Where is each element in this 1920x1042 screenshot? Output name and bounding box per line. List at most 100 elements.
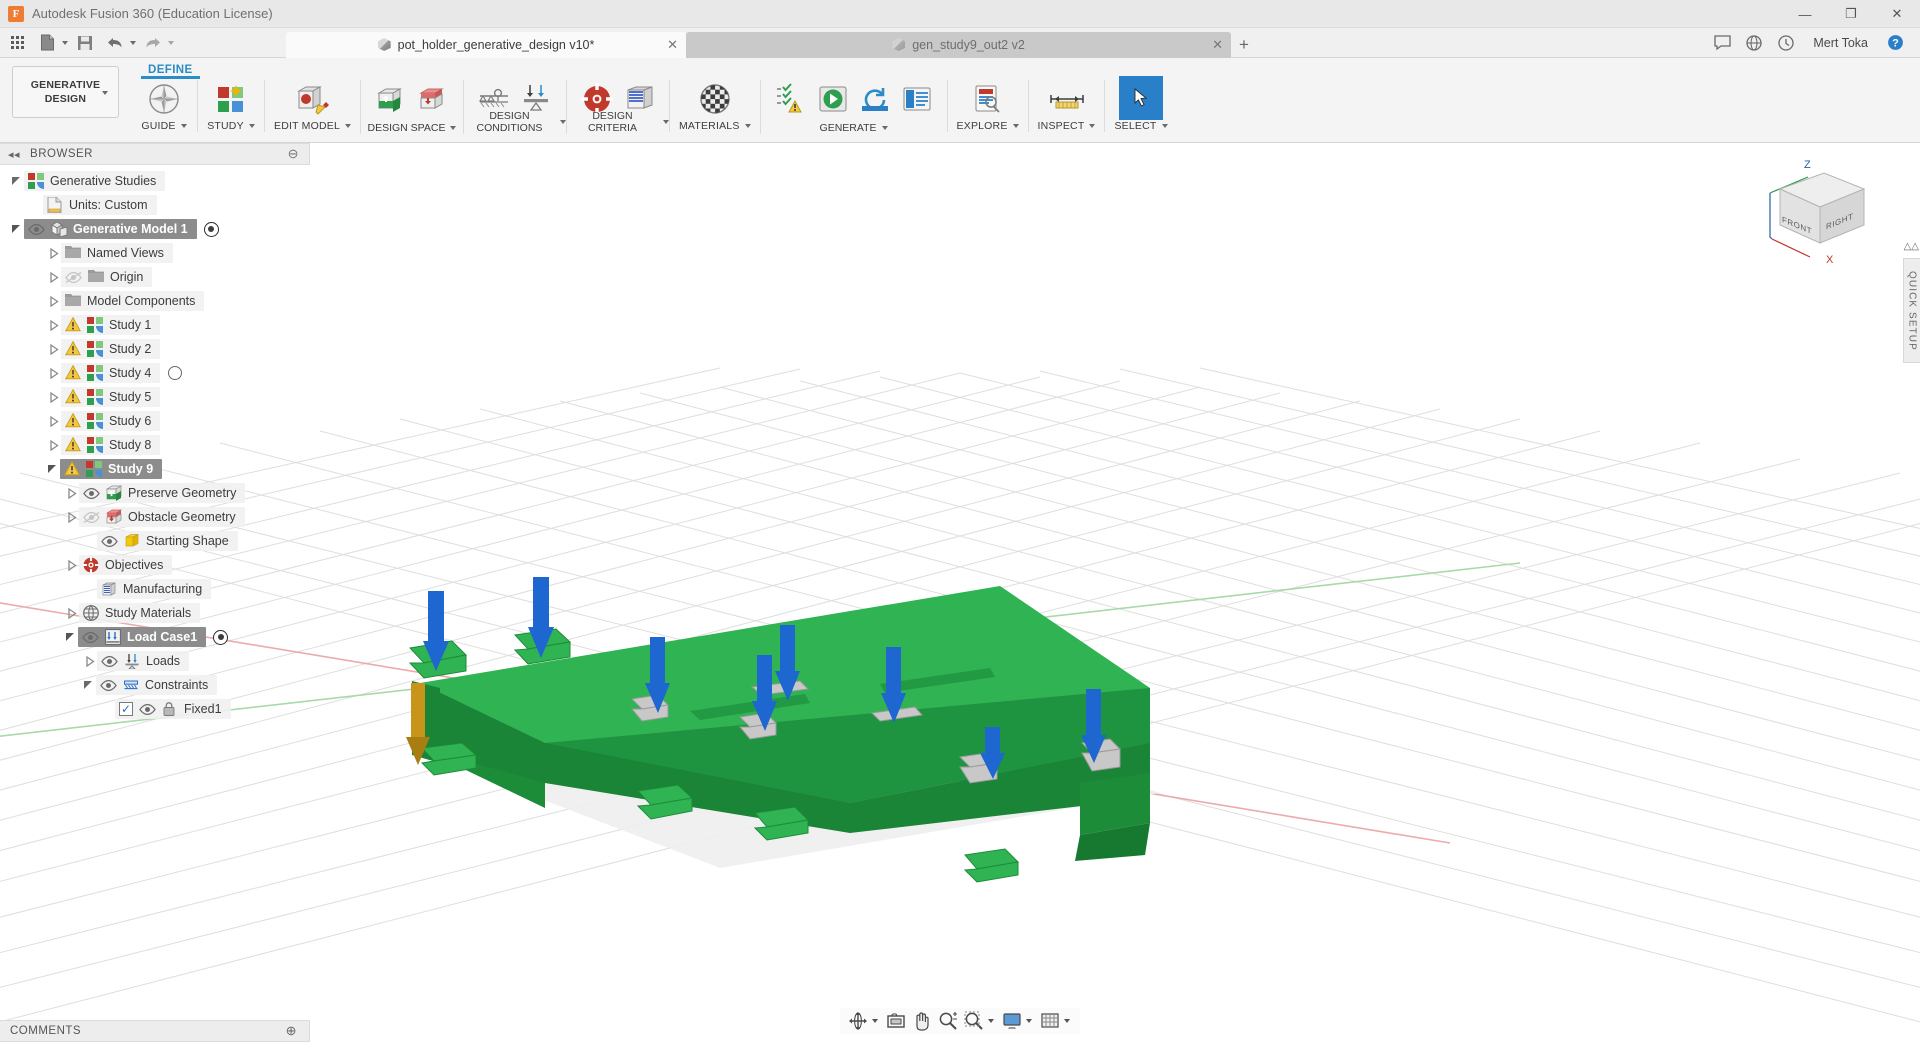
- tree-item-starting-shape[interactable]: Starting Shape: [0, 529, 310, 553]
- tree-item-study-4[interactable]: Study 4: [0, 361, 310, 385]
- eye-hidden-icon[interactable]: [65, 271, 82, 284]
- new-tab-button[interactable]: +: [1231, 32, 1257, 58]
- tree-item-study-1[interactable]: Study 1: [0, 313, 310, 337]
- fit-view-icon[interactable]: [962, 1009, 986, 1033]
- eye-hidden-icon[interactable]: [83, 511, 100, 524]
- tree-item-study-8[interactable]: Study 8: [0, 433, 310, 457]
- eye-visible-icon[interactable]: [28, 223, 45, 236]
- tree-item-load-case1[interactable]: Load Case1: [0, 625, 310, 649]
- generate-button[interactable]: [812, 80, 854, 118]
- new-document-caret-icon[interactable]: [62, 40, 68, 45]
- chevron-down-icon[interactable]: [1089, 124, 1096, 128]
- maximize-button[interactable]: ❐: [1828, 0, 1874, 28]
- tree-item-preserve-geometry[interactable]: Preserve Geometry: [0, 481, 310, 505]
- materials-button[interactable]: MATERIALS: [679, 80, 751, 132]
- expand-triangle-closed-icon[interactable]: [48, 247, 61, 259]
- activate-radio-icon[interactable]: [203, 221, 219, 237]
- tree-item-units-custom[interactable]: Units: Custom: [0, 193, 310, 217]
- chevron-down-icon[interactable]: [102, 91, 108, 95]
- obstacle-geometry-button[interactable]: [412, 80, 454, 118]
- expand-triangle-closed-icon[interactable]: [66, 607, 79, 619]
- inspect-button[interactable]: INSPECT: [1038, 80, 1096, 132]
- plus-circle-icon[interactable]: ⊕: [286, 1023, 297, 1039]
- guide-button[interactable]: GUIDE: [140, 80, 188, 132]
- orbit-caret-icon[interactable]: [872, 1019, 878, 1023]
- expand-triangle-closed-icon[interactable]: [48, 295, 61, 307]
- chevron-down-icon[interactable]: [1161, 124, 1168, 128]
- preserve-geometry-button[interactable]: [370, 80, 412, 118]
- tree-item-named-views[interactable]: Named Views: [0, 241, 310, 265]
- expand-triangle-closed-icon[interactable]: [48, 319, 61, 331]
- eye-visible-icon[interactable]: [100, 679, 117, 692]
- job-status-button[interactable]: [896, 80, 938, 118]
- tree-item-study-materials[interactable]: Study Materials: [0, 601, 310, 625]
- zoom-icon[interactable]: [936, 1009, 960, 1033]
- tree-item-manufacturing[interactable]: Manufacturing: [0, 577, 310, 601]
- pan-hand-icon[interactable]: [910, 1009, 934, 1033]
- quick-setup-panel-tab[interactable]: QUICK SETUP: [1903, 258, 1920, 363]
- orbit-icon[interactable]: [846, 1009, 870, 1033]
- expand-triangle-open-icon[interactable]: [84, 681, 92, 689]
- study-button[interactable]: STUDY: [207, 80, 255, 132]
- tab-define[interactable]: DEFINE: [138, 58, 203, 80]
- expand-triangle-closed-icon[interactable]: [48, 271, 61, 283]
- expand-triangle-closed-icon[interactable]: [66, 511, 79, 523]
- tree-item-study-5[interactable]: Study 5: [0, 385, 310, 409]
- tree-item-study-2[interactable]: Study 2: [0, 337, 310, 361]
- eye-visible-icon[interactable]: [101, 535, 118, 548]
- expand-triangle-closed-icon[interactable]: [48, 415, 61, 427]
- redo-caret-icon[interactable]: [168, 40, 174, 45]
- visibility-checkbox[interactable]: ✓: [119, 702, 133, 716]
- generate-status-button[interactable]: [854, 80, 896, 118]
- expand-triangle-closed-icon[interactable]: [48, 439, 61, 451]
- tree-item-generative-studies[interactable]: Generative Studies: [0, 169, 310, 193]
- comment-icon[interactable]: [1707, 30, 1737, 56]
- document-tab-inactive[interactable]: gen_study9_out2 v2 ✕: [686, 31, 1231, 58]
- tree-item-generative-model-1[interactable]: Generative Model 1: [0, 217, 310, 241]
- workspace-switcher[interactable]: GENERATIVE DESIGN: [12, 66, 119, 118]
- precheck-button[interactable]: [770, 80, 812, 118]
- chevron-down-icon[interactable]: [450, 126, 457, 130]
- expand-triangle-closed-icon[interactable]: [66, 487, 79, 499]
- eye-visible-icon[interactable]: [82, 631, 99, 644]
- tree-item-loads[interactable]: Loads: [0, 649, 310, 673]
- tree-item-origin[interactable]: Origin: [0, 265, 310, 289]
- expand-triangle-closed-icon[interactable]: [84, 655, 97, 667]
- eye-visible-icon[interactable]: [139, 703, 156, 716]
- look-at-icon[interactable]: [884, 1009, 908, 1033]
- chevron-down-icon[interactable]: [344, 124, 351, 128]
- expand-triangle-open-icon[interactable]: [12, 177, 20, 185]
- chevron-down-icon[interactable]: [744, 124, 751, 128]
- undo-icon[interactable]: [102, 30, 128, 56]
- fit-caret-icon[interactable]: [988, 1019, 994, 1023]
- save-icon[interactable]: [72, 30, 98, 56]
- minimize-button[interactable]: —: [1782, 0, 1828, 28]
- help-icon[interactable]: ?: [1880, 30, 1910, 56]
- expand-triangle-open-icon[interactable]: [12, 225, 20, 233]
- viewcube[interactable]: Z X FRONT RIGHT: [1748, 159, 1878, 266]
- redo-icon[interactable]: [140, 30, 166, 56]
- comments-bar[interactable]: COMMENTS ⊕: [0, 1020, 310, 1042]
- expand-triangle-closed-icon[interactable]: [48, 391, 61, 403]
- close-icon[interactable]: ✕: [1212, 37, 1223, 53]
- tree-item-model-components[interactable]: Model Components: [0, 289, 310, 313]
- minus-icon[interactable]: ⊖: [288, 146, 299, 162]
- expand-triangle-open-icon[interactable]: [66, 633, 74, 641]
- undo-caret-icon[interactable]: [130, 40, 136, 45]
- close-icon[interactable]: ✕: [667, 37, 678, 53]
- chevron-down-icon[interactable]: [881, 126, 888, 130]
- explore-button[interactable]: EXPLORE: [957, 80, 1019, 132]
- expand-arrows-icon[interactable]: △△: [1904, 241, 1919, 252]
- expand-triangle-closed-icon[interactable]: [66, 559, 79, 571]
- display-mode-icon[interactable]: [1000, 1009, 1024, 1033]
- tree-item-objectives[interactable]: Objectives: [0, 553, 310, 577]
- globe-icon[interactable]: [1739, 30, 1769, 56]
- chevron-down-icon[interactable]: [180, 124, 187, 128]
- collapse-left-icon[interactable]: ◂◂: [8, 148, 20, 161]
- display-mode-caret-icon[interactable]: [1026, 1019, 1032, 1023]
- tree-item-study-9[interactable]: Study 9: [0, 457, 310, 481]
- tree-item-study-6[interactable]: Study 6: [0, 409, 310, 433]
- eye-visible-icon[interactable]: [101, 655, 118, 668]
- grid-caret-icon[interactable]: [1064, 1019, 1070, 1023]
- chevron-down-icon[interactable]: [1012, 124, 1019, 128]
